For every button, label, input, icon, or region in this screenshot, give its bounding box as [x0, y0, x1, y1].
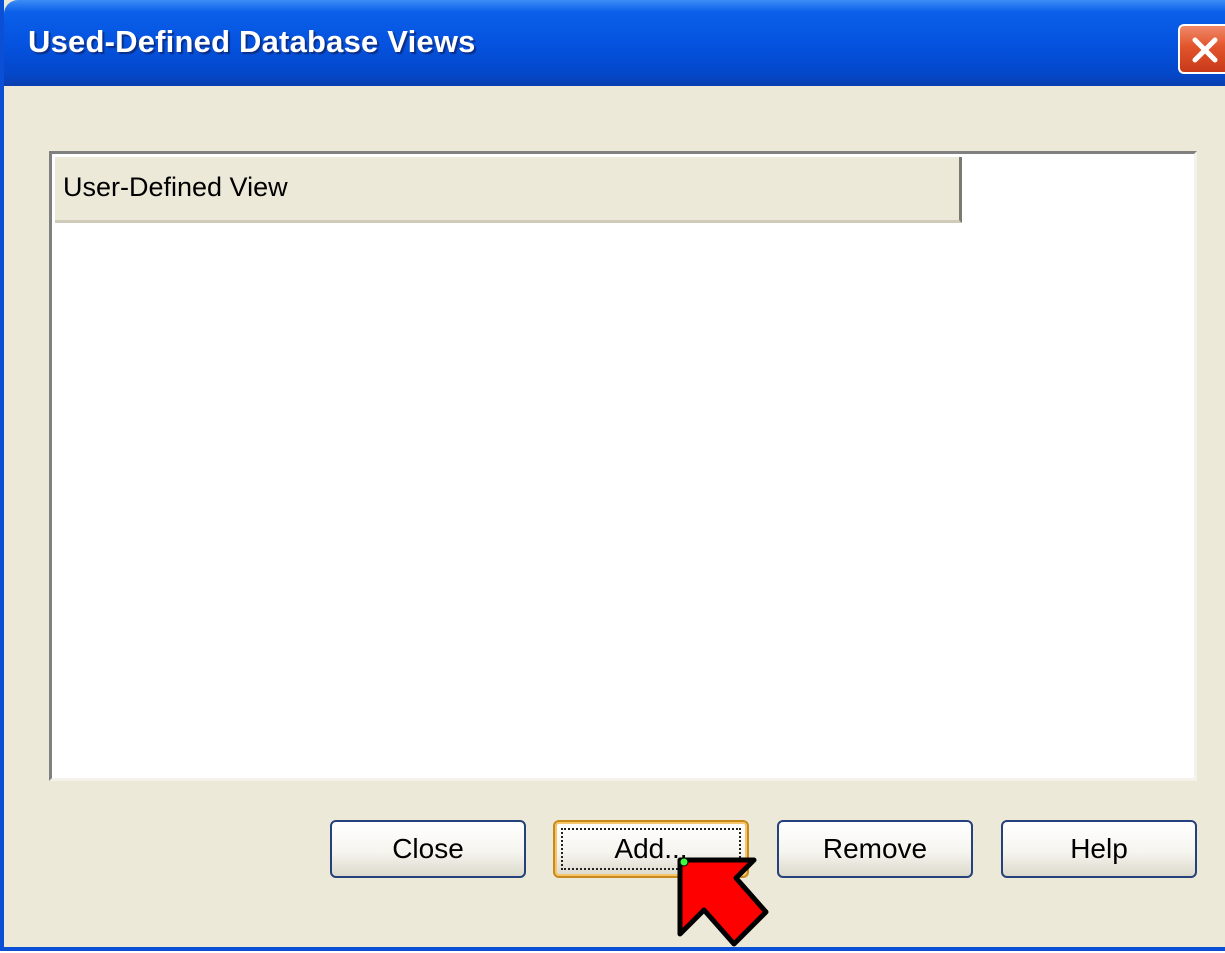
remove-button[interactable]: Remove: [777, 820, 973, 878]
window-title: Used-Defined Database Views: [28, 24, 476, 59]
close-button[interactable]: Close: [330, 820, 526, 878]
remove-button-label: Remove: [822, 833, 928, 864]
close-icon: [1192, 37, 1218, 63]
user-defined-views-list[interactable]: User-Defined View: [49, 151, 1197, 781]
column-header-label: User-Defined View: [63, 172, 288, 202]
title-bar[interactable]: Used-Defined Database Views: [4, 0, 1225, 86]
column-header-user-defined-view[interactable]: User-Defined View: [55, 157, 962, 223]
close-button-label: Close: [392, 833, 464, 864]
help-button[interactable]: Help: [1001, 820, 1197, 878]
dialog-window: Used-Defined Database Views User-Defined…: [0, 0, 1225, 951]
window-close-button[interactable]: [1178, 24, 1225, 74]
help-button-label: Help: [1070, 833, 1128, 864]
red-arrow-pointer-icon: [672, 852, 772, 953]
